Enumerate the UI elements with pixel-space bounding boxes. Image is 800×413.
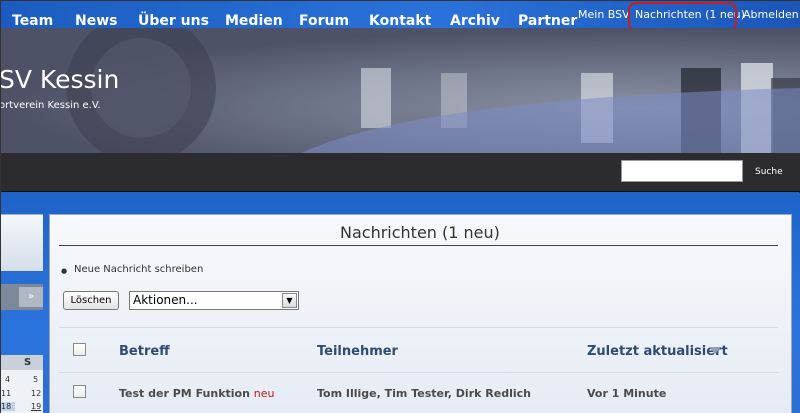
search-button[interactable]: Suche xyxy=(755,167,783,177)
calendar-day[interactable]: 18 xyxy=(1,402,15,411)
actions-select-value: Aktionen... xyxy=(133,293,198,307)
column-header-teilnehmer[interactable]: Teilnehmer xyxy=(317,344,398,359)
message-subject-text[interactable]: Test der PM Funktion xyxy=(119,387,250,400)
mein-bsv-link[interactable]: Mein BSV xyxy=(578,8,630,21)
sort-desc-icon[interactable] xyxy=(709,347,721,354)
calendar-day[interactable]: 12 xyxy=(31,389,41,398)
sidebar-box xyxy=(1,214,43,271)
calendar-day[interactable]: 4 xyxy=(5,375,10,384)
header-banner: SV Kessin ortverein Kessin e.V. xyxy=(1,28,800,153)
messages-panel xyxy=(49,214,792,413)
nachrichten-highlight-circle xyxy=(628,2,737,31)
page-title: Nachrichten (1 neu) xyxy=(340,223,500,242)
nav-item-forum[interactable]: Forum xyxy=(299,13,349,29)
nav-item-news[interactable]: News xyxy=(75,13,117,29)
message-subject[interactable]: Test der PM Funktion neu xyxy=(119,387,275,400)
nav-item-kontakt[interactable]: Kontakt xyxy=(369,13,431,29)
calendar-header xyxy=(1,355,43,370)
message-updated: Vor 1 Minute xyxy=(587,387,667,400)
message-participants: Tom Illige, Tim Tester, Dirk Redlich xyxy=(317,387,531,400)
select-all-checkbox[interactable] xyxy=(73,343,86,356)
table-divider xyxy=(59,372,778,373)
calendar-day-header: S xyxy=(24,357,32,368)
nav-item-team[interactable]: Team xyxy=(12,13,53,29)
calendar-day[interactable]: 5 xyxy=(33,375,38,384)
nav-item-partner[interactable]: Partner xyxy=(518,13,577,29)
nav-item-medien[interactable]: Medien xyxy=(225,13,283,29)
nav-item-ueber-uns[interactable]: Über uns xyxy=(138,13,209,29)
actions-select[interactable]: Aktionen... ▼ xyxy=(129,291,299,310)
title-divider xyxy=(59,245,778,246)
search-input[interactable] xyxy=(621,160,743,182)
team-photo-banner xyxy=(66,28,800,153)
club-title: SV Kessin xyxy=(1,65,120,94)
calendar-next-icon[interactable]: » xyxy=(19,287,43,307)
new-message-link[interactable]: Neue Nachricht schreiben xyxy=(74,264,203,275)
club-subtitle: ortverein Kessin e.V. xyxy=(1,100,101,111)
column-header-zuletzt[interactable]: Zuletzt aktualisiert xyxy=(587,344,728,359)
column-header-betreff[interactable]: Betreff xyxy=(119,344,170,359)
abmelden-link[interactable]: Abmelden xyxy=(743,8,799,21)
table-divider xyxy=(59,327,778,328)
chevron-down-icon[interactable]: ▼ xyxy=(282,293,297,308)
nav-item-archiv[interactable]: Archiv xyxy=(450,13,500,29)
delete-button[interactable]: Löschen xyxy=(63,291,119,310)
bullet-icon: ● xyxy=(61,267,68,275)
calendar-day[interactable]: 11 xyxy=(1,389,11,398)
calendar-day[interactable]: 19 xyxy=(31,402,41,411)
row-checkbox[interactable] xyxy=(73,385,86,398)
new-badge: neu xyxy=(253,387,275,400)
